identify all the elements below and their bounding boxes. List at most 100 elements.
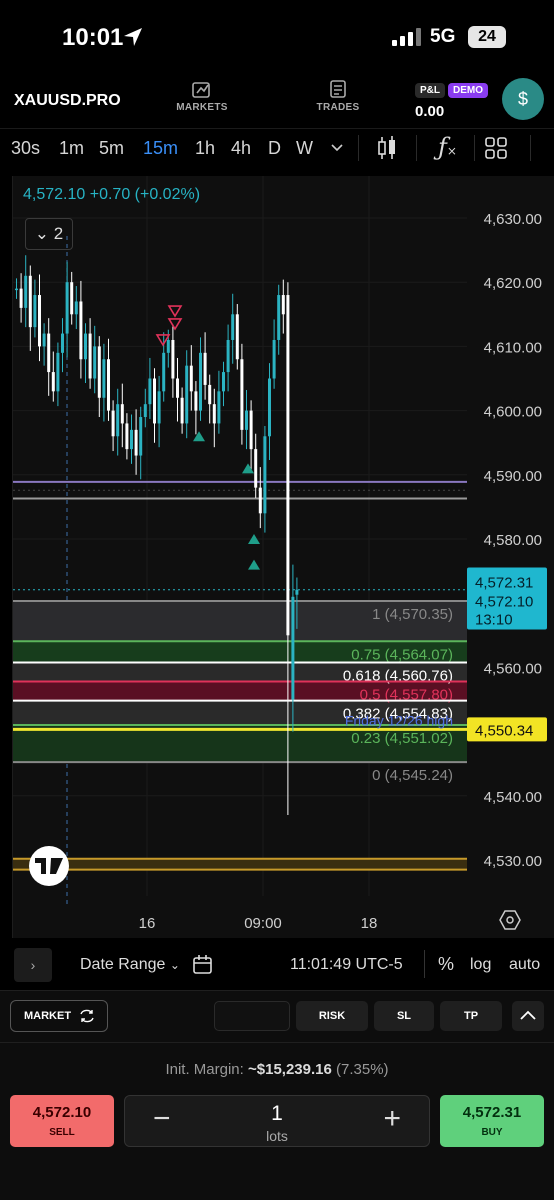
y-axis-tick: 4,580.00 [484, 532, 542, 549]
layouts-icon[interactable] [485, 137, 507, 159]
candle [51, 372, 55, 392]
auto-scale-toggle[interactable]: auto [509, 956, 540, 974]
margin-label: Init. Margin: [165, 1061, 244, 1078]
chart-settings-icon[interactable] [499, 910, 521, 930]
increase-quantity-button[interactable]: + [383, 1104, 401, 1134]
stop-loss-button[interactable]: SL [374, 1001, 434, 1031]
candle [56, 352, 60, 392]
candle [281, 295, 285, 315]
candle [268, 378, 271, 437]
level-price-tag: 4,550.34 [475, 722, 533, 739]
buy-signal-marker [193, 431, 205, 442]
risk-button[interactable]: RISK [296, 1001, 368, 1031]
candle [153, 378, 156, 424]
tradingview-logo-icon [29, 846, 69, 886]
y-axis-tick: 4,560.00 [484, 660, 542, 677]
candle [134, 429, 138, 456]
timeframe-1m[interactable]: 1m [59, 138, 84, 159]
initial-margin: Init. Margin: ~$15,239.16 (7.35%) [0, 1061, 554, 1078]
candle [254, 449, 258, 488]
collapse-indicators-button[interactable]: ⌄ 2 [25, 218, 73, 250]
trades-icon [330, 80, 346, 98]
timeframe-1h[interactable]: 1h [195, 138, 215, 159]
y-axis-tick: 4,610.00 [484, 339, 542, 356]
candle [189, 365, 193, 392]
candle [176, 378, 179, 398]
candle [42, 333, 46, 347]
demo-badge: DEMO [448, 83, 488, 98]
timeframe-bar: 30s 1m 5m 15m 1h 4h D W ƒ× [0, 128, 554, 166]
fib-label: 0.23 (4,551.02) [351, 730, 453, 747]
log-scale-toggle[interactable]: log [470, 956, 491, 974]
candle [194, 391, 198, 411]
fib-label: 1 (4,570.35) [372, 606, 453, 623]
timeframe-5m[interactable]: 5m [99, 138, 124, 159]
candle [235, 314, 239, 360]
candle [295, 589, 299, 595]
sell-signal-marker [167, 305, 183, 318]
candle [65, 282, 69, 334]
timeframe-d[interactable]: D [268, 138, 281, 159]
collapse-panel-button[interactable] [512, 1001, 544, 1031]
candle [222, 372, 225, 392]
sell-signal-marker [167, 318, 183, 331]
candle [231, 314, 235, 340]
markets-icon [192, 82, 210, 98]
y-axis-tick: 4,600.00 [484, 404, 542, 421]
candle [97, 346, 101, 398]
band-zone [13, 858, 467, 870]
order-input-empty[interactable] [214, 1001, 290, 1031]
order-type-button[interactable]: MARKET [10, 1000, 108, 1032]
candle [226, 339, 230, 373]
timeframe-15m[interactable]: 15m [143, 138, 178, 159]
candle [79, 301, 83, 360]
candle [28, 275, 32, 328]
candle [130, 429, 133, 450]
timeframe-4h[interactable]: 4h [231, 138, 251, 159]
candle [84, 333, 87, 360]
quantity-stepper[interactable]: − 1 lots + [124, 1095, 430, 1147]
candle [120, 404, 124, 424]
timeframe-w[interactable]: W [296, 138, 313, 159]
nav-markets[interactable]: MARKETS [162, 80, 242, 113]
indicators-icon[interactable]: ƒ× [438, 133, 457, 161]
symbol-title[interactable]: XAUUSD.PRO [14, 92, 121, 110]
fib-label: 0.75 (4,564.07) [351, 646, 453, 663]
buy-button[interactable]: 4,572.31 BUY [440, 1095, 544, 1147]
swap-icon [80, 1009, 94, 1023]
collapse-chevron-icon: ⌄ [34, 224, 50, 243]
candle [180, 397, 184, 424]
expand-panel-button[interactable]: › [14, 948, 52, 982]
margin-value: ~$15,239.16 [248, 1061, 332, 1078]
sell-button[interactable]: 4,572.10 SELL [10, 1095, 114, 1147]
account-button[interactable]: $ [502, 78, 544, 120]
candle [143, 404, 147, 418]
battery-indicator: 24 [468, 26, 506, 48]
x-axis-tick: 18 [361, 915, 378, 932]
x-axis-tick: 16 [139, 915, 156, 932]
candle [33, 295, 37, 328]
margin-percent: (7.35%) [336, 1061, 389, 1078]
candle [203, 352, 207, 385]
candle [249, 410, 253, 450]
percent-scale-toggle[interactable]: % [438, 954, 454, 975]
chevron-down-icon[interactable] [330, 143, 344, 153]
chart-clock[interactable]: 11:01:49 UTC-5 [290, 956, 403, 974]
calendar-icon[interactable] [192, 954, 214, 976]
chevron-down-icon: ⌄ [169, 958, 180, 972]
take-profit-button[interactable]: TP [440, 1001, 502, 1031]
candle [93, 346, 97, 379]
candle [107, 359, 110, 411]
candle [245, 410, 248, 430]
date-range-button[interactable]: Date Range ⌄ [80, 956, 180, 974]
location-arrow-icon [124, 28, 142, 46]
candle [208, 384, 212, 405]
date-range-label: Date Range [80, 956, 166, 973]
timeframe-30s[interactable]: 30s [11, 138, 40, 159]
price-chart[interactable]: 1 (4,570.35) 0.75 (4,564.07) 0.618 (4,560.… [12, 176, 554, 938]
nav-trades[interactable]: TRADES [298, 80, 378, 113]
candle [291, 596, 295, 700]
chart-canvas[interactable]: 1 (4,570.35)0.75 (4,564.07)0.618 (4,560.… [13, 176, 554, 938]
candles-icon[interactable] [376, 135, 398, 161]
candle [277, 295, 281, 340]
